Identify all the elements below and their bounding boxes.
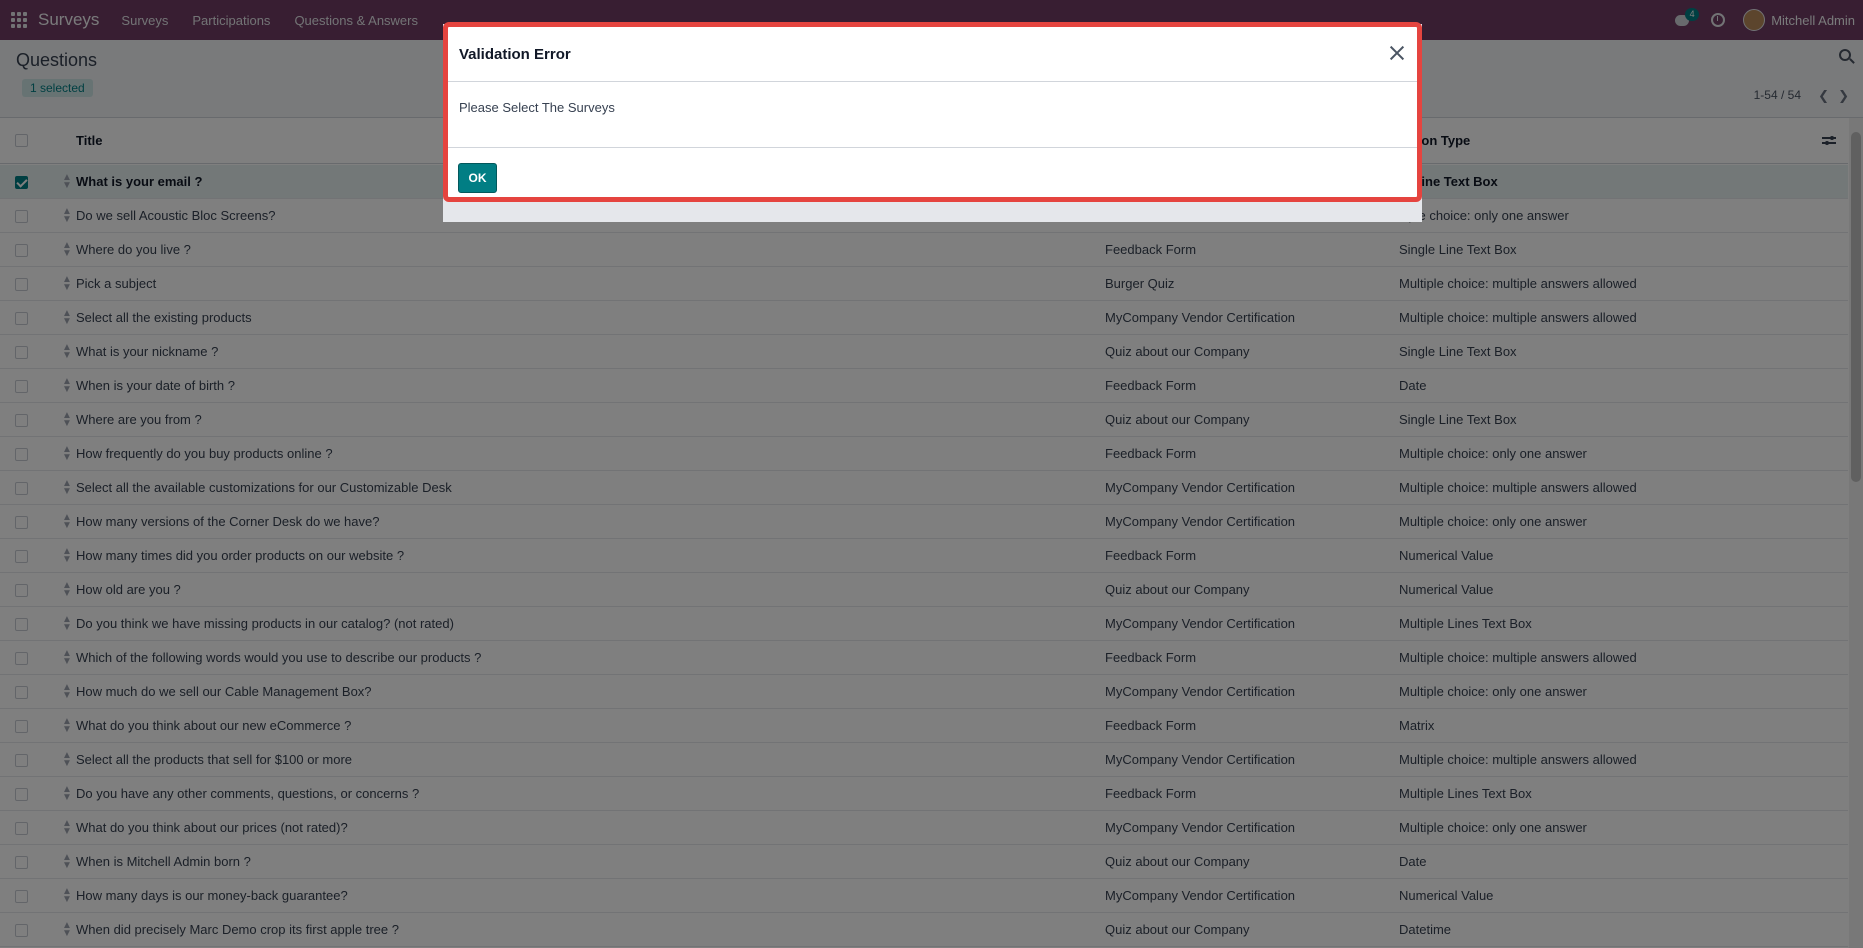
validation-error-dialog: Validation Error Please Select The Surve…: [443, 22, 1422, 202]
close-icon[interactable]: [1387, 43, 1407, 63]
dialog-title: Validation Error: [459, 46, 571, 63]
dialog-divider: [448, 147, 1417, 148]
ok-button[interactable]: OK: [458, 163, 497, 193]
dialog-header: Validation Error: [448, 27, 1417, 82]
dialog-message: Please Select The Surveys: [459, 100, 615, 115]
